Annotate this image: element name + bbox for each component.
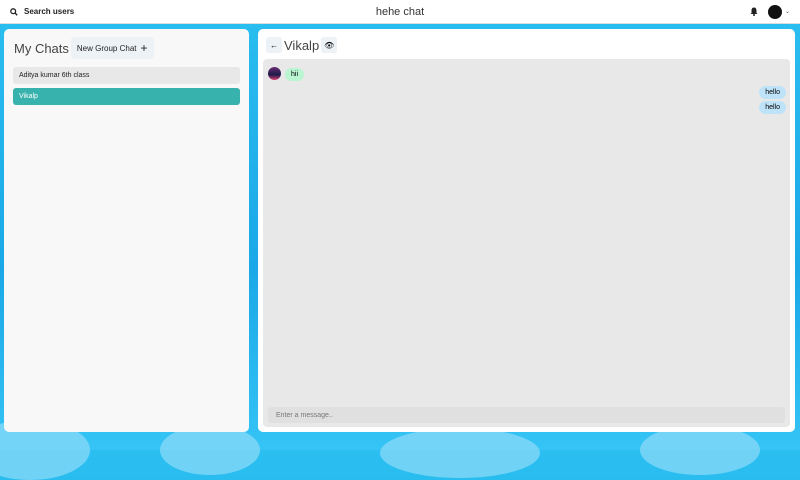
background-decoration (380, 428, 540, 478)
search-label: Search users (24, 7, 75, 16)
new-group-label: New Group Chat (76, 43, 137, 53)
message-area: hii hello hello Enter a message.. (263, 59, 790, 427)
eye-icon: 👁 (324, 40, 335, 50)
sender-avatar (268, 67, 281, 80)
background-decoration (160, 425, 260, 475)
profile-menu-button[interactable]: ⌄ (767, 4, 790, 19)
app-title: hehe chat (375, 5, 425, 18)
search-icon (10, 7, 18, 16)
top-bar: Search users hehe chat ⌄ (0, 0, 800, 24)
background-decoration (640, 425, 760, 475)
chat-panel: ← Vikalp 👁 hii hello hello Enter a messa… (258, 29, 795, 432)
arrow-left-icon: ← (270, 40, 278, 50)
message-outgoing: hello (759, 86, 786, 99)
chat-list-item[interactable]: Vikalp (13, 88, 240, 105)
chevron-down-icon: ⌄ (784, 9, 790, 15)
search-users-button[interactable]: Search users (10, 7, 74, 16)
bell-icon[interactable] (750, 7, 758, 16)
chat-list-item[interactable]: Aditya kumar 6th class (13, 67, 240, 84)
my-chats-title: My Chats (14, 40, 69, 56)
chat-name: Vikalp (284, 37, 320, 53)
plus-icon: + (140, 41, 148, 55)
message-incoming: hii (285, 68, 305, 81)
message-input[interactable]: Enter a message.. (268, 407, 785, 423)
avatar (767, 4, 782, 19)
my-chats-panel: My Chats New Group Chat + Aditya kumar 6t… (4, 29, 249, 432)
back-button[interactable]: ← (266, 37, 282, 53)
message-outgoing: hello (759, 101, 786, 114)
view-profile-button[interactable]: 👁 (321, 37, 338, 53)
new-group-chat-button[interactable]: New Group Chat + (70, 37, 154, 59)
